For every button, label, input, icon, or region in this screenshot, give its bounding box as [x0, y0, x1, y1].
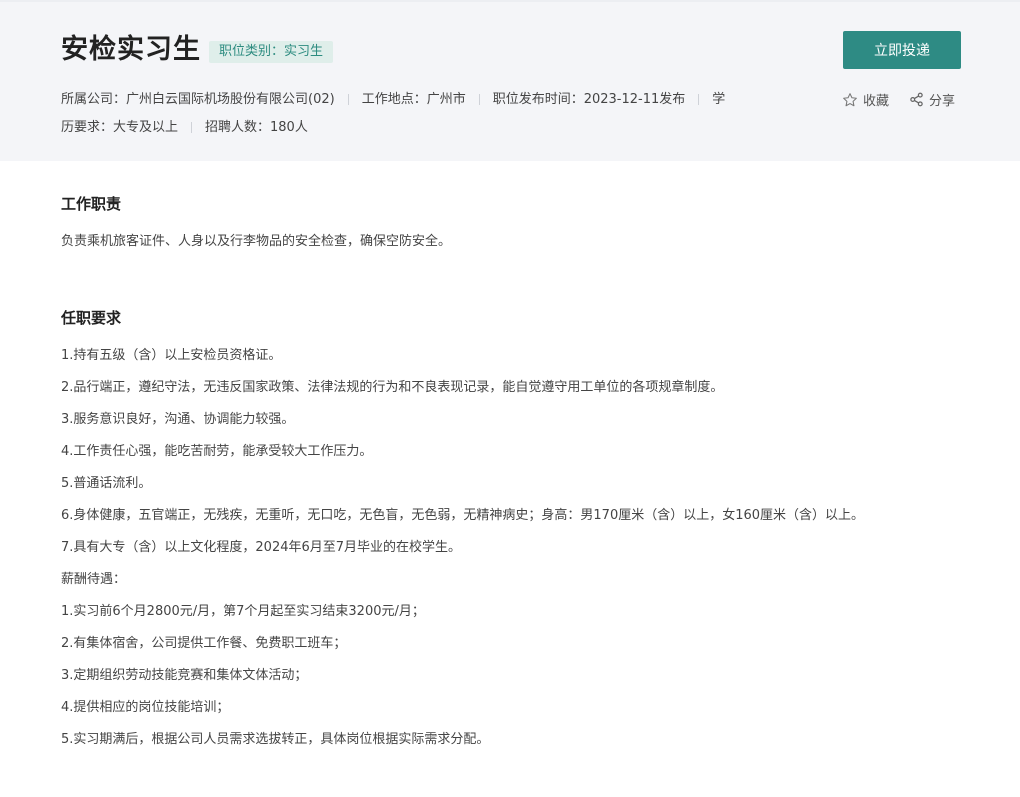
header-actions: 收藏 分享	[842, 90, 955, 109]
category-tag: 职位类别：实习生	[209, 41, 334, 63]
share-button[interactable]: 分享	[909, 90, 955, 109]
meta-location: 工作地点：广州市	[361, 92, 466, 107]
share-label: 分享	[929, 94, 956, 109]
requirement-line: 5.普通话流利。	[61, 476, 152, 491]
meta-company: 所属公司：广州白云国际机场股份有限公司(02)	[61, 92, 335, 107]
share-icon	[910, 92, 923, 107]
apply-button[interactable]: 立即投递	[843, 31, 961, 69]
meta-divider	[478, 94, 480, 105]
meta-divider	[347, 94, 349, 105]
meta-headcount: 招聘人数：180人	[205, 120, 308, 135]
salary-line: 2.有集体宿舍，公司提供工作餐、免费职工班车；	[61, 636, 347, 651]
salary-line: 5.实习期满后，根据公司人员需求选拔转正，具体岗位根据实际需求分配。	[61, 732, 490, 747]
meta-divider	[191, 122, 193, 133]
requirement-line: 3.服务意识良好，沟通、协调能力较强。	[61, 412, 295, 427]
requirements-title: 任职要求	[61, 309, 122, 327]
job-content: 工作职责 负责乘机旅客证件、人身以及行李物品的安全检查，确保空防安全。 任职要求…	[61, 192, 961, 762]
requirement-line: 6.身体健康，五官端正，无残疾，无重听，无口吃，无色盲，无色弱，无精神病史；身高…	[61, 508, 865, 523]
duties-title: 工作职责	[61, 195, 122, 213]
salary-line: 3.定期组织劳动技能竞赛和集体文体活动；	[61, 668, 308, 683]
favorite-label: 收藏	[863, 94, 890, 109]
job-header: 安检实习生 职位类别：实习生 所属公司：广州白云国际机场股份有限公司(02) 工作…	[0, 0, 1020, 161]
salary-line: 4.提供相应的岗位技能培训；	[61, 700, 230, 715]
salary-line: 1.实习前6个月2800元/月，第7个月起至实习结束3200元/月；	[61, 604, 425, 619]
requirement-line: 1.持有五级（含）以上安检员资格证。	[61, 348, 282, 363]
meta-divider	[698, 94, 700, 105]
job-meta: 所属公司：广州白云国际机场股份有限公司(02) 工作地点：广州市 职位发布时间：20…	[61, 86, 731, 142]
requirement-line: 4.工作责任心强，能吃苦耐劳，能承受较大工作压力。	[61, 444, 373, 459]
requirement-line: 2.品行端正，遵纪守法，无违反国家政策、法律法规的行为和不良表现记录，能自觉遵守…	[61, 380, 724, 395]
requirement-line: 7.具有大专（含）以上文化程度，2024年6月至7月毕业的在校学生。	[61, 540, 462, 555]
title-row: 安检实习生 职位类别：实习生	[61, 32, 334, 68]
favorite-button[interactable]: 收藏	[842, 90, 889, 109]
star-outline-icon	[843, 92, 857, 106]
job-title: 安检实习生	[61, 34, 201, 65]
requirements-list: 1.持有五级（含）以上安检员资格证。 2.品行端正，遵纪守法，无违反国家政策、法…	[61, 346, 961, 750]
salary-heading: 薪酬待遇：	[61, 572, 127, 587]
meta-publish-time: 职位发布时间：2023-12-11发布	[492, 92, 686, 107]
duties-text: 负责乘机旅客证件、人身以及行李物品的安全检查，确保空防安全。	[61, 234, 452, 249]
